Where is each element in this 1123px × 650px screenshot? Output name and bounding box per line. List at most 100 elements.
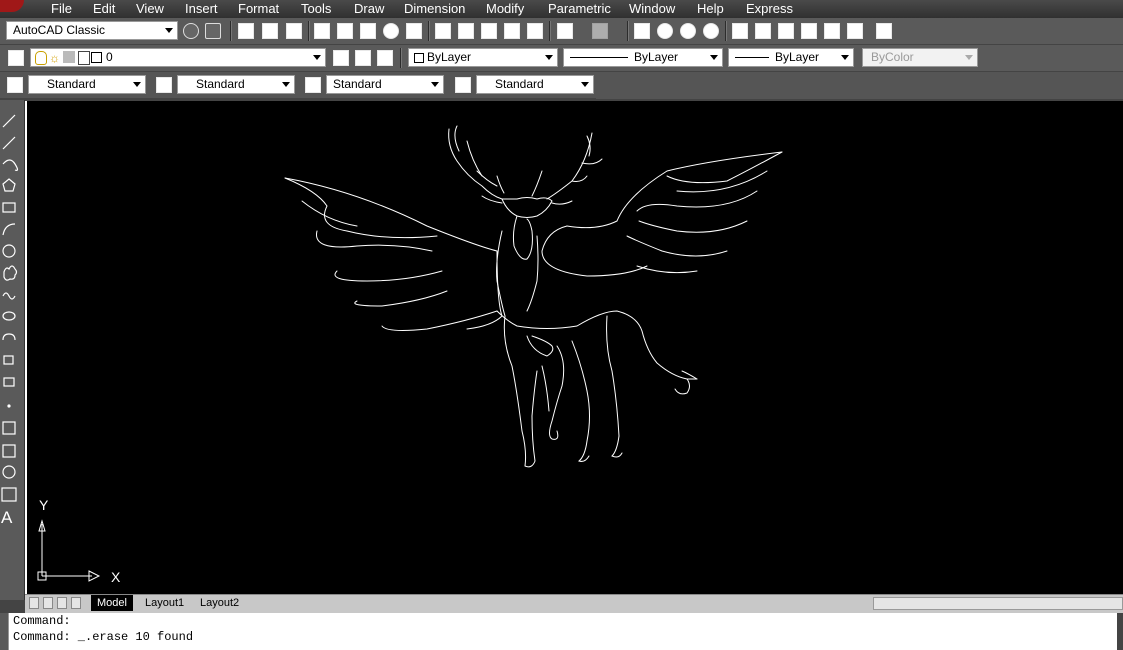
command-line-handle[interactable]	[0, 613, 8, 650]
menu-window[interactable]: Window	[629, 1, 675, 16]
line-tool-icon	[2, 114, 16, 128]
block-editor-icon[interactable]	[527, 23, 543, 39]
layer-previous-icon[interactable]	[355, 50, 371, 66]
publish-icon[interactable]	[360, 23, 376, 39]
mleader-style-icon[interactable]	[455, 77, 471, 93]
layer-properties-icon[interactable]	[8, 50, 24, 66]
zoom-previous-icon[interactable]	[703, 23, 719, 39]
zoom-realtime-icon[interactable]	[657, 23, 673, 39]
region-icon	[2, 465, 16, 479]
left-wing-top-edge	[284, 177, 498, 252]
tab-layout2[interactable]: Layout2	[194, 595, 246, 611]
menu-tools[interactable]: Tools	[301, 1, 331, 16]
menu-draw[interactable]: Draw	[354, 1, 384, 16]
sheet-set-manager-icon[interactable]	[801, 23, 817, 39]
menu-format[interactable]: Format	[238, 1, 279, 16]
menu-file[interactable]: File	[51, 1, 72, 16]
zoom-window-icon[interactable]	[680, 23, 696, 39]
lightbulb-icon[interactable]	[35, 51, 47, 65]
styles-toolbar: Standard Standard Standard Standard	[0, 72, 596, 98]
color-swatch	[414, 53, 424, 63]
spline-icon	[2, 292, 16, 300]
multiline-text-icon: A	[1, 508, 13, 527]
open-folder-icon[interactable]	[262, 23, 278, 39]
menu-express[interactable]: Express	[746, 1, 793, 16]
point-icon	[7, 404, 11, 408]
plotstyle-select[interactable]: ByColor	[862, 48, 978, 67]
workspace-select[interactable]: AutoCAD Classic	[6, 21, 178, 40]
dim-style-value: Standard	[196, 77, 245, 91]
previous-tab-icon[interactable]	[43, 597, 53, 609]
arc-icon	[2, 223, 16, 236]
toolbar-separator	[308, 21, 310, 41]
dim-style-icon[interactable]	[156, 77, 172, 93]
plot-preview-icon[interactable]	[337, 23, 353, 39]
draw-toolbar: A	[0, 100, 25, 600]
undo-icon[interactable]	[557, 23, 573, 39]
app-logo-icon[interactable]	[0, 0, 24, 12]
properties-icon[interactable]	[732, 23, 748, 39]
new-drawing-icon[interactable]	[238, 23, 254, 39]
workspace-settings-icon[interactable]	[183, 23, 199, 39]
copy-icon[interactable]	[458, 23, 474, 39]
menu-insert[interactable]: Insert	[185, 1, 218, 16]
polyline-icon	[2, 159, 19, 171]
make-object-layer-current-icon[interactable]	[333, 50, 349, 66]
tab-model[interactable]: Model	[91, 595, 133, 611]
table-icon	[1, 487, 17, 502]
layer-state-icon[interactable]	[377, 50, 393, 66]
save-icon[interactable]	[286, 23, 302, 39]
toolbar-lock-icon[interactable]	[205, 23, 221, 39]
deer-snout	[512, 215, 533, 260]
help-icon[interactable]	[876, 23, 892, 39]
last-tab-icon[interactable]	[71, 597, 81, 609]
text-style-select[interactable]: Standard	[28, 75, 146, 94]
match-properties-icon[interactable]	[504, 23, 520, 39]
layer-select[interactable]: ☼ 0	[30, 48, 326, 67]
first-tab-icon[interactable]	[29, 597, 39, 609]
3d-dwf-icon[interactable]	[383, 23, 399, 39]
plot-icon[interactable]	[314, 23, 330, 39]
redo-icon[interactable]	[592, 23, 608, 39]
table-style-value: Standard	[333, 77, 382, 91]
horizontal-scrollbar[interactable]	[873, 597, 1123, 610]
plotstyle-value: ByColor	[871, 50, 914, 64]
command-line[interactable]: Command: Command: _.erase 10 found	[8, 613, 1117, 650]
tab-layout1[interactable]: Layout1	[139, 595, 191, 611]
color-select[interactable]: ByLayer	[408, 48, 558, 67]
menu-view[interactable]: View	[136, 1, 164, 16]
next-tab-icon[interactable]	[57, 597, 67, 609]
insert-block-icon	[3, 355, 14, 365]
mleader-style-select[interactable]: Standard	[476, 75, 594, 94]
dim-style-select[interactable]: Standard	[177, 75, 295, 94]
calculator-icon[interactable]	[847, 23, 863, 39]
lock-icon[interactable]	[78, 51, 90, 65]
table-style-select[interactable]: Standard	[326, 75, 444, 94]
menu-parametric[interactable]: Parametric	[548, 1, 611, 16]
text-style-icon[interactable]	[7, 77, 23, 93]
design-center-icon[interactable]	[755, 23, 771, 39]
pan-icon[interactable]	[634, 23, 650, 39]
chevron-down-icon	[965, 55, 973, 60]
menu-dimension[interactable]: Dimension	[404, 1, 465, 16]
menu-help[interactable]: Help	[697, 1, 724, 16]
right-wing-top-edge	[566, 151, 783, 229]
cut-icon[interactable]	[435, 23, 451, 39]
paste-icon[interactable]	[481, 23, 497, 39]
construction-line-icon	[2, 136, 16, 150]
toolbar-separator	[725, 21, 727, 41]
chevron-down-icon	[710, 55, 718, 60]
tool-palettes-icon[interactable]	[778, 23, 794, 39]
table-style-icon[interactable]	[305, 77, 321, 93]
lineweight-select[interactable]: ByLayer	[728, 48, 854, 67]
viewport-freeze-icon[interactable]	[63, 51, 75, 63]
revcloud-icon	[3, 265, 18, 281]
drawing-canvas[interactable]: Y X	[25, 101, 1123, 594]
menu-edit[interactable]: Edit	[93, 1, 115, 16]
linetype-select[interactable]: ByLayer	[563, 48, 723, 67]
menu-modify[interactable]: Modify	[486, 1, 524, 16]
sheet-set-icon[interactable]	[406, 23, 422, 39]
right-antler	[546, 132, 593, 200]
sun-icon[interactable]: ☼	[49, 51, 60, 65]
markup-icon[interactable]	[824, 23, 840, 39]
